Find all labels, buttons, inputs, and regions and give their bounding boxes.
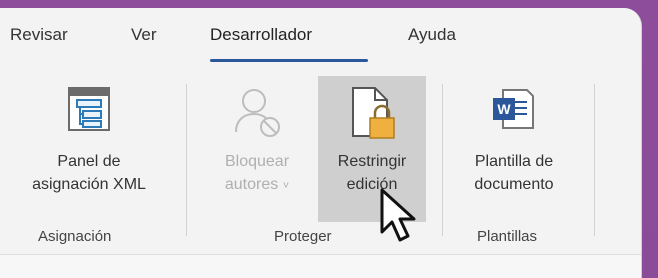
block-authors-label-1: Bloquear	[224, 153, 290, 170]
restrict-editing-label-1: Restringir	[337, 153, 407, 170]
group-label-asignacion: Asignación	[38, 228, 112, 245]
word-template-icon: W	[491, 86, 537, 136]
group-separator	[442, 84, 443, 236]
document-template-label-1: Plantilla de	[474, 153, 554, 170]
ribbon-tabs: Revisar Ver Desarrollador Ayuda	[0, 8, 641, 66]
tab-revisar[interactable]: Revisar	[10, 25, 68, 45]
mouse-pointer-icon	[380, 188, 420, 253]
xml-mapping-pane-label-2: asignación XML	[32, 176, 146, 193]
document-area	[0, 255, 641, 278]
dropdown-caret-icon: ˅	[282, 180, 290, 192]
xml-mapping-pane-icon	[67, 86, 111, 136]
block-authors-button[interactable]: Bloquear autores ˅	[204, 72, 310, 222]
restrict-editing-icon	[349, 86, 395, 139]
xml-mapping-pane-button[interactable]: Panel de asignación XML	[4, 72, 174, 222]
document-template-button[interactable]: W Plantilla de documento	[450, 72, 578, 222]
group-label-plantillas: Plantillas	[477, 228, 538, 245]
block-authors-text: autores	[224, 176, 279, 193]
tab-ver[interactable]: Ver	[131, 25, 157, 45]
tab-ayuda[interactable]: Ayuda	[408, 25, 456, 45]
group-separator	[594, 84, 595, 236]
ribbon-panel: Panel de asignación XML Asignación Bloqu…	[0, 66, 641, 254]
svg-text:W: W	[497, 101, 511, 117]
document-template-label-2: documento	[474, 176, 554, 193]
block-authors-label-2: autores ˅	[225, 173, 289, 198]
group-separator	[186, 84, 187, 236]
xml-mapping-pane-label-1: Panel de	[57, 153, 121, 170]
group-label-proteger: Proteger	[274, 228, 332, 245]
block-authors-icon	[232, 86, 282, 137]
active-tab-indicator	[210, 59, 368, 62]
tab-desarrollador[interactable]: Desarrollador	[210, 25, 312, 45]
word-window: Revisar Ver Desarrollador Ayuda Panel de…	[0, 8, 642, 278]
